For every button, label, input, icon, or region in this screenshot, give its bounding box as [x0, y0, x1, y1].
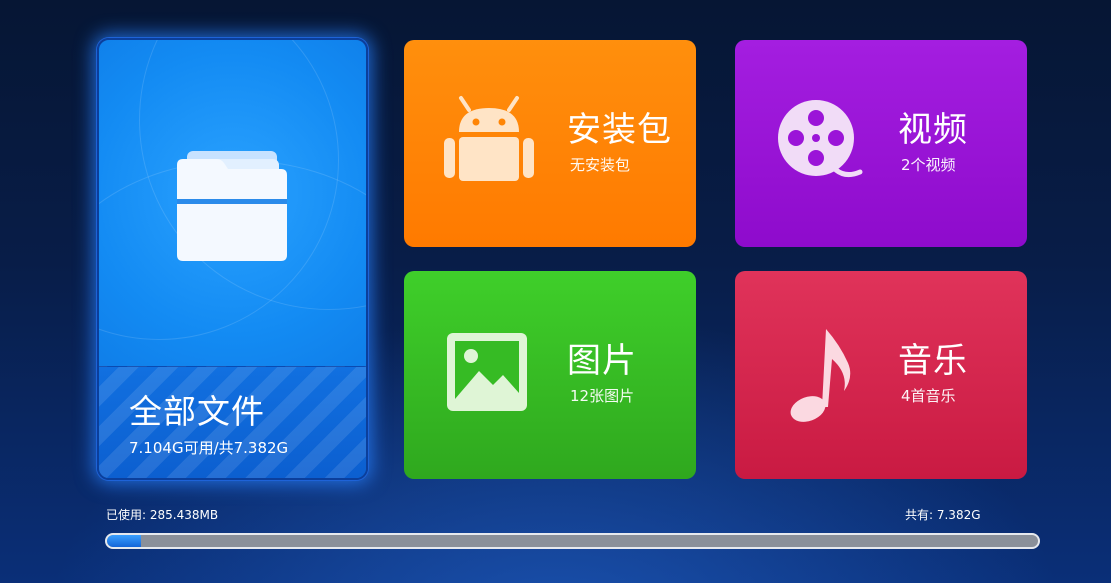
film-reel-icon — [778, 100, 863, 178]
video-tile[interactable]: 视频 2个视频 — [735, 40, 1027, 247]
folder-icon — [177, 151, 287, 261]
storage-progress-bar — [105, 533, 1040, 549]
android-icon — [444, 96, 534, 181]
image-count: 12张图片 — [570, 387, 635, 405]
music-count: 4首音乐 — [901, 387, 956, 405]
music-note-icon — [790, 329, 851, 422]
video-title: 视频 — [898, 110, 968, 150]
apk-title: 安装包 — [567, 110, 672, 150]
all-files-storage-text: 7.104G可用/共7.382G — [129, 439, 289, 457]
video-count: 2个视频 — [901, 156, 956, 174]
apk-tile[interactable]: 安装包 无安装包 — [404, 40, 696, 247]
all-files-title: 全部文件 — [129, 392, 265, 431]
storage-used-label: 已使用: 285.438MB — [106, 508, 219, 522]
music-tile[interactable]: 音乐 4首音乐 — [735, 271, 1027, 479]
all-files-tile[interactable]: 全部文件 7.104G可用/共7.382G — [97, 38, 368, 480]
music-title: 音乐 — [898, 341, 968, 381]
image-tile[interactable]: 图片 12张图片 — [404, 271, 696, 479]
picture-icon — [447, 333, 527, 411]
storage-total-label: 共有: 7.382G — [905, 508, 981, 522]
image-title: 图片 — [567, 341, 637, 381]
apk-count: 无安装包 — [570, 156, 631, 174]
storage-progress-fill — [107, 535, 142, 547]
